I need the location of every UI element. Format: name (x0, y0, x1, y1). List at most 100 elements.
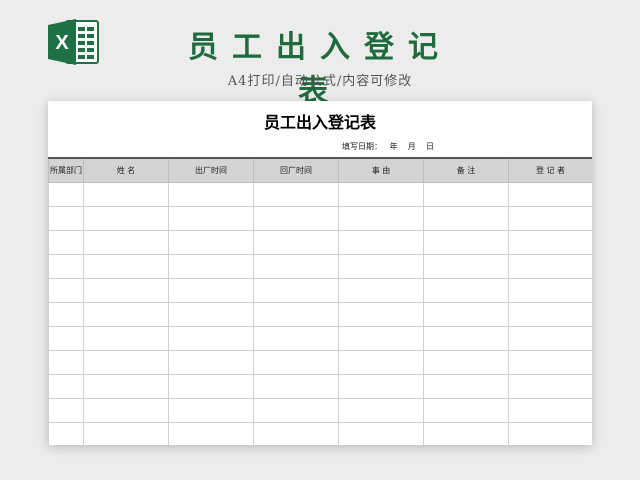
table-header-row: 所属部门 姓 名 出厂时间 回厂时间 事 由 备 注 登 记 者 (48, 157, 592, 183)
table-cell[interactable] (83, 278, 169, 303)
excel-logo-icon: X (48, 17, 100, 67)
table-cell[interactable] (83, 254, 169, 279)
column-header-return-time: 回厂时间 (253, 157, 339, 183)
table-cell[interactable] (253, 254, 339, 279)
table-cell[interactable] (48, 182, 84, 207)
table-cell[interactable] (253, 398, 339, 423)
table-cell[interactable] (168, 326, 254, 351)
table-cell[interactable] (253, 302, 339, 327)
table-row (48, 278, 592, 303)
column-header-reason: 事 由 (338, 157, 424, 183)
table-cell[interactable] (508, 230, 592, 255)
table-cell[interactable] (423, 254, 509, 279)
table-cell[interactable] (508, 206, 592, 231)
table-cell[interactable] (48, 278, 84, 303)
table-cell[interactable] (508, 278, 592, 303)
table-cell[interactable] (338, 326, 424, 351)
table-row (48, 374, 592, 399)
table-cell[interactable] (83, 422, 169, 445)
table-cell[interactable] (168, 230, 254, 255)
table-cell[interactable] (338, 254, 424, 279)
table-row (48, 326, 592, 351)
table-cell[interactable] (83, 302, 169, 327)
table-cell[interactable] (338, 230, 424, 255)
column-header-remarks: 备 注 (423, 157, 509, 183)
table-cell[interactable] (83, 182, 169, 207)
table-cell[interactable] (423, 374, 509, 399)
table-cell[interactable] (83, 230, 169, 255)
table-row (48, 206, 592, 231)
table-cell[interactable] (338, 182, 424, 207)
table-cell[interactable] (423, 230, 509, 255)
table-cell[interactable] (48, 302, 84, 327)
table-cell[interactable] (253, 278, 339, 303)
column-header-exit-time: 出厂时间 (168, 157, 254, 183)
table-cell[interactable] (48, 350, 84, 375)
table-cell[interactable] (168, 422, 254, 445)
table-cell[interactable] (508, 302, 592, 327)
table-cell[interactable] (48, 230, 84, 255)
table-cell[interactable] (423, 206, 509, 231)
table-cell[interactable] (168, 350, 254, 375)
table-cell[interactable] (423, 182, 509, 207)
table-cell[interactable] (423, 302, 509, 327)
table-cell[interactable] (508, 422, 592, 445)
table-cell[interactable] (338, 374, 424, 399)
table-cell[interactable] (423, 422, 509, 445)
table-cell[interactable] (48, 422, 84, 445)
table-cell[interactable] (253, 326, 339, 351)
table-cell[interactable] (423, 350, 509, 375)
fill-date-label: 填写日期： 年 月 日 (342, 142, 434, 151)
table-cell[interactable] (83, 398, 169, 423)
column-header-registrar: 登 记 者 (508, 157, 592, 183)
table-cell[interactable] (253, 230, 339, 255)
table-cell[interactable] (253, 350, 339, 375)
table-cell[interactable] (253, 206, 339, 231)
table-cell[interactable] (168, 182, 254, 207)
table-cell[interactable] (168, 254, 254, 279)
table-cell[interactable] (423, 398, 509, 423)
table-cell[interactable] (253, 422, 339, 445)
register-table: 所属部门 姓 名 出厂时间 回厂时间 事 由 备 注 登 记 者 (48, 157, 592, 445)
table-row (48, 230, 592, 255)
table-cell[interactable] (338, 350, 424, 375)
table-cell[interactable] (338, 422, 424, 445)
sheet-title: 员工出入登记表 (263, 113, 376, 132)
table-cell[interactable] (48, 326, 84, 351)
table-row (48, 422, 592, 445)
table-cell[interactable] (48, 254, 84, 279)
page-subtitle: A4打印/自动公式/内容可修改 (227, 74, 413, 89)
table-cell[interactable] (338, 302, 424, 327)
table-cell[interactable] (83, 350, 169, 375)
table-cell[interactable] (338, 398, 424, 423)
table-cell[interactable] (168, 302, 254, 327)
table-cell[interactable] (508, 398, 592, 423)
table-row (48, 254, 592, 279)
table-cell[interactable] (168, 206, 254, 231)
table-cell[interactable] (508, 182, 592, 207)
page-title: 员工出入登记表 (188, 30, 452, 109)
table-cell[interactable] (338, 206, 424, 231)
table-cell[interactable] (83, 326, 169, 351)
table-cell[interactable] (508, 374, 592, 399)
table-cell[interactable] (253, 182, 339, 207)
table-cell[interactable] (508, 350, 592, 375)
table-cell[interactable] (83, 206, 169, 231)
column-header-department: 所属部门 (48, 157, 84, 183)
table-cell[interactable] (508, 326, 592, 351)
table-cell[interactable] (48, 398, 84, 423)
column-header-name: 姓 名 (83, 157, 169, 183)
table-cell[interactable] (83, 374, 169, 399)
table-cell[interactable] (253, 374, 339, 399)
table-row (48, 398, 592, 423)
table-cell[interactable] (48, 206, 84, 231)
table-cell[interactable] (508, 254, 592, 279)
table-cell[interactable] (423, 278, 509, 303)
table-cell[interactable] (338, 278, 424, 303)
table-cell[interactable] (48, 374, 84, 399)
table-cell[interactable] (168, 278, 254, 303)
table-cell[interactable] (168, 398, 254, 423)
table-cell[interactable] (423, 326, 509, 351)
table-cell[interactable] (168, 374, 254, 399)
table-body (48, 182, 592, 445)
